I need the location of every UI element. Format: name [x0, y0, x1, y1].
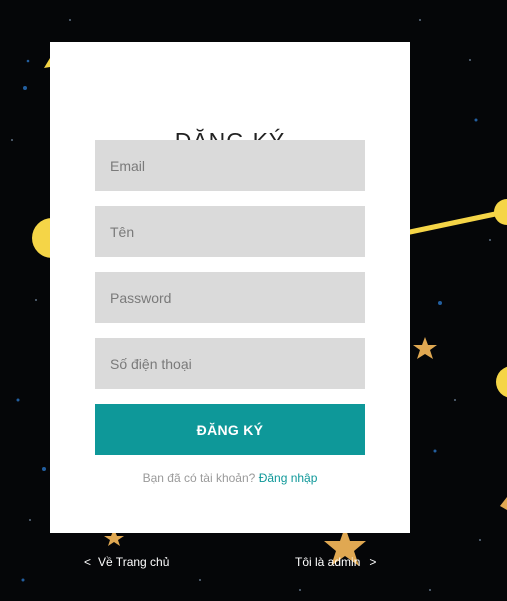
name-input[interactable] — [95, 206, 365, 257]
admin-link[interactable]: Tôi là admin > — [295, 555, 376, 569]
have-account-text: Bạn đã có tài khoản? — [142, 471, 256, 485]
register-button[interactable]: ĐĂNG KÝ — [95, 404, 365, 455]
phone-input[interactable] — [95, 338, 365, 389]
email-input[interactable] — [95, 140, 365, 191]
chevron-right-icon: > — [369, 555, 377, 569]
login-link[interactable]: Đăng nhập — [259, 471, 318, 485]
register-card: ĐĂNG KÝ ĐĂNG KÝ Bạn đã có tài khoản? Đăn… — [50, 42, 410, 533]
back-home-link[interactable]: < Về Trang chủ — [84, 555, 169, 569]
login-prompt: Bạn đã có tài khoản? Đăng nhập — [50, 471, 410, 485]
admin-label: Tôi là admin — [295, 555, 361, 569]
chevron-left-icon: < — [84, 555, 92, 569]
back-home-label: Về Trang chủ — [98, 555, 170, 569]
password-input[interactable] — [95, 272, 365, 323]
